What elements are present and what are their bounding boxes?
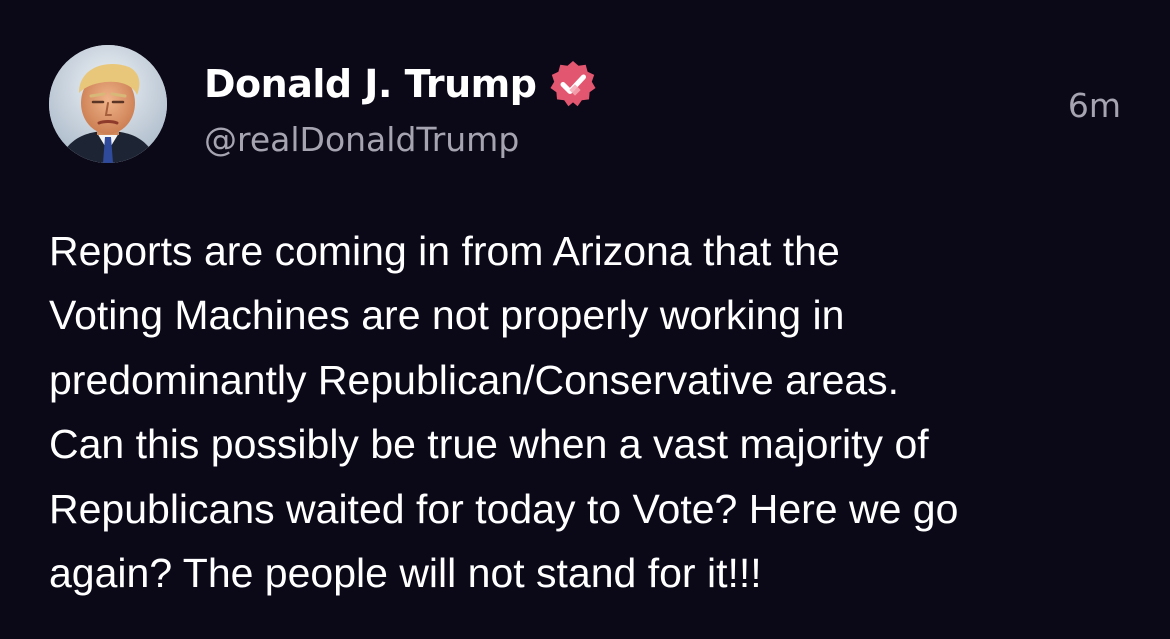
post-card: Donald J. Trump @realDonaldTrump 6m Repo… xyxy=(0,0,1170,639)
post-body-line: Reports are coming in from Arizona that … xyxy=(49,228,840,274)
post-body-line: predominantly Republican/Conservative ar… xyxy=(49,356,900,403)
author-display-name[interactable]: Donald J. Trump xyxy=(204,62,537,106)
post-body-line: Voting Machines are not properly working… xyxy=(49,292,845,339)
post-body-text: Reports are coming in from Arizona that … xyxy=(49,219,1134,605)
author-name-row: Donald J. Trump xyxy=(204,58,598,110)
post-body-line: Republicans waited for today to Vote? He… xyxy=(49,485,959,532)
avatar[interactable] xyxy=(49,45,167,163)
post-body-line: again? The people will not stand for it!… xyxy=(49,550,762,597)
author-handle[interactable]: @realDonaldTrump xyxy=(204,120,519,159)
post-body-line: Can this possibly be true when a vast ma… xyxy=(49,421,929,468)
avatar-image xyxy=(49,45,167,163)
verified-badge-icon xyxy=(548,59,598,109)
post-timestamp[interactable]: 6m xyxy=(1068,86,1121,125)
